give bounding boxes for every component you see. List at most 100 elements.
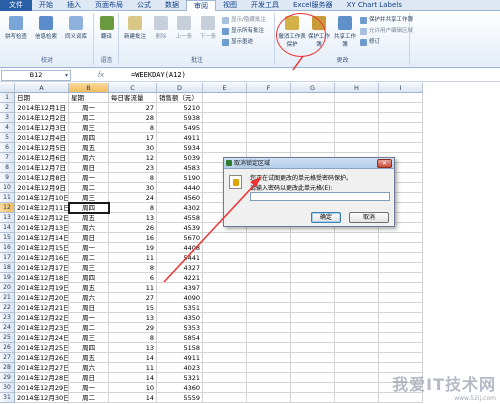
- table-cell[interactable]: 30: [109, 143, 157, 153]
- table-cell[interactable]: [291, 333, 335, 343]
- row-header[interactable]: 28: [0, 363, 15, 373]
- table-cell[interactable]: [379, 113, 423, 123]
- table-cell[interactable]: 2014年12月7日: [15, 163, 69, 173]
- table-cell[interactable]: [203, 393, 247, 403]
- table-cell[interactable]: 周一: [69, 243, 109, 253]
- column-header-F[interactable]: F: [247, 83, 291, 93]
- table-cell[interactable]: [203, 233, 247, 243]
- table-cell[interactable]: 11: [109, 283, 157, 293]
- row-header[interactable]: 2: [0, 103, 15, 113]
- table-cell[interactable]: 4440: [157, 183, 203, 193]
- tab-9[interactable]: Excel服务器: [286, 0, 340, 11]
- header-cell[interactable]: [291, 93, 335, 103]
- row-header[interactable]: 22: [0, 303, 15, 313]
- row-header[interactable]: 5: [0, 133, 15, 143]
- spell-check-button[interactable]: 拼写检查: [3, 15, 29, 51]
- table-cell[interactable]: [379, 143, 423, 153]
- table-cell[interactable]: 2014年12月26日: [15, 353, 69, 363]
- table-cell[interactable]: 2014年12月16日: [15, 253, 69, 263]
- tab-0[interactable]: 文件: [0, 0, 32, 11]
- table-cell[interactable]: 5854: [157, 333, 203, 343]
- table-cell[interactable]: [203, 243, 247, 253]
- table-cell[interactable]: [379, 263, 423, 273]
- protect-share-button[interactable]: 保护并共享工作簿: [360, 16, 413, 25]
- table-cell[interactable]: 2014年12月21日: [15, 303, 69, 313]
- worksheet-grid[interactable]: A B C D E F G H I 1 日期 星期 每日客流量 销售额（元） 2 2014年12月1日 周一 27…: [0, 83, 500, 404]
- table-cell[interactable]: 13: [109, 343, 157, 353]
- table-cell[interactable]: [335, 303, 379, 313]
- tab-4[interactable]: 公式: [130, 0, 158, 11]
- password-input[interactable]: [250, 192, 390, 201]
- table-cell[interactable]: 周四: [69, 343, 109, 353]
- row-header[interactable]: 13: [0, 213, 15, 223]
- table-cell[interactable]: [203, 323, 247, 333]
- table-cell[interactable]: 2014年12月3日: [15, 123, 69, 133]
- table-cell[interactable]: 4090: [157, 293, 203, 303]
- table-cell[interactable]: 2014年12月23日: [15, 323, 69, 333]
- table-cell[interactable]: 周五: [69, 213, 109, 223]
- table-cell[interactable]: [247, 343, 291, 353]
- cancel-button[interactable]: 取消: [349, 212, 389, 223]
- table-cell[interactable]: 5670: [157, 233, 203, 243]
- table-cell[interactable]: [379, 243, 423, 253]
- table-cell[interactable]: 2014年12月15日: [15, 243, 69, 253]
- table-cell[interactable]: 2014年12月29日: [15, 383, 69, 393]
- table-cell[interactable]: 周三: [69, 123, 109, 133]
- table-cell[interactable]: 周日: [69, 233, 109, 243]
- table-cell[interactable]: [335, 293, 379, 303]
- table-cell[interactable]: 周六: [69, 153, 109, 163]
- table-cell[interactable]: [203, 123, 247, 133]
- row-header[interactable]: 31: [0, 393, 15, 403]
- table-cell[interactable]: 2014年12月8日: [15, 173, 69, 183]
- table-cell[interactable]: 5353: [157, 323, 203, 333]
- row-header[interactable]: 4: [0, 123, 15, 133]
- table-cell[interactable]: [291, 143, 335, 153]
- table-cell[interactable]: 13: [109, 213, 157, 223]
- table-cell[interactable]: [291, 383, 335, 393]
- table-cell[interactable]: [291, 233, 335, 243]
- table-cell[interactable]: 8: [109, 263, 157, 273]
- table-cell[interactable]: [291, 253, 335, 263]
- table-cell[interactable]: 23: [109, 163, 157, 173]
- row-header[interactable]: 16: [0, 243, 15, 253]
- table-cell[interactable]: 4583: [157, 163, 203, 173]
- table-cell[interactable]: 5158: [157, 343, 203, 353]
- row-header[interactable]: 6: [0, 143, 15, 153]
- table-cell[interactable]: 周二: [69, 113, 109, 123]
- table-cell[interactable]: [203, 113, 247, 123]
- table-cell[interactable]: [379, 313, 423, 323]
- table-cell[interactable]: [291, 123, 335, 133]
- row-header[interactable]: 19: [0, 273, 15, 283]
- show-hide-comment-button[interactable]: 显示/隐藏批注: [222, 16, 266, 25]
- table-cell[interactable]: 4558: [157, 213, 203, 223]
- header-cell[interactable]: 每日客流量: [109, 93, 157, 103]
- table-cell[interactable]: 2014年12月28日: [15, 373, 69, 383]
- table-cell[interactable]: 周二: [69, 393, 109, 403]
- table-cell[interactable]: 4302: [157, 203, 203, 213]
- tab-2[interactable]: 插入: [60, 0, 88, 11]
- table-cell[interactable]: 17: [109, 133, 157, 143]
- table-cell[interactable]: [291, 343, 335, 353]
- table-cell[interactable]: 26: [109, 223, 157, 233]
- row-header[interactable]: 21: [0, 293, 15, 303]
- table-cell[interactable]: 周六: [69, 293, 109, 303]
- table-cell[interactable]: 2014年12月5日: [15, 143, 69, 153]
- table-cell[interactable]: 周日: [69, 303, 109, 313]
- table-cell[interactable]: 5210: [157, 103, 203, 113]
- table-cell[interactable]: 周一: [69, 103, 109, 113]
- table-cell[interactable]: [379, 353, 423, 363]
- table-cell[interactable]: [335, 313, 379, 323]
- table-cell[interactable]: [291, 283, 335, 293]
- show-all-comments-button[interactable]: 显示所有批注: [222, 27, 264, 36]
- table-cell[interactable]: 2014年12月22日: [15, 313, 69, 323]
- table-cell[interactable]: [247, 313, 291, 323]
- table-cell[interactable]: [291, 133, 335, 143]
- table-cell[interactable]: [335, 283, 379, 293]
- table-cell[interactable]: [335, 233, 379, 243]
- table-cell[interactable]: [203, 103, 247, 113]
- table-cell[interactable]: 周三: [69, 193, 109, 203]
- row-header[interactable]: 14: [0, 223, 15, 233]
- table-cell[interactable]: 周五: [69, 353, 109, 363]
- row-header[interactable]: 17: [0, 253, 15, 263]
- table-cell[interactable]: [247, 233, 291, 243]
